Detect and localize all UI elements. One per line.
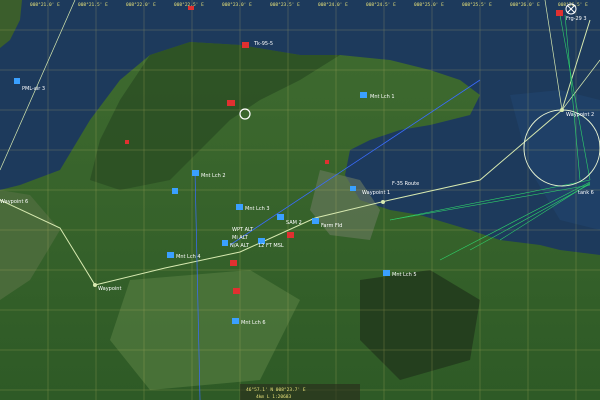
unit-label: Mi ALT (232, 235, 249, 241)
waypoint-marker (560, 108, 564, 112)
hostile-unit-icon (242, 42, 249, 48)
hostile-unit-icon (287, 232, 294, 238)
unit-label: Mnt Lch 6 (241, 320, 266, 326)
friendly-unit-icon (350, 186, 356, 191)
coord-label: 008°26.0' E (510, 2, 540, 8)
hostile-unit-icon (188, 6, 194, 10)
unit-label: tank 6 (578, 190, 594, 196)
hostile-unit-icon (230, 260, 237, 266)
coord-label: 008°23.0' E (222, 2, 252, 8)
unit-label: Mnt Lch 2 (201, 173, 226, 179)
unit-label: SAM 2 (286, 220, 302, 226)
coord-label: 008°22.0' E (126, 2, 156, 8)
coord-label: 008°25.0' E (414, 2, 444, 8)
coord-label: 008°23.5' E (270, 2, 300, 8)
hostile-unit-icon (233, 288, 240, 294)
waypoint-label: Waypoint 6 (0, 199, 28, 205)
friendly-unit-icon (277, 214, 284, 220)
hostile-unit-icon (125, 140, 129, 144)
friendly-unit-icon (222, 240, 228, 246)
unit-label: Farm Fld (321, 223, 342, 229)
unit-label: N/A ALT (230, 243, 250, 249)
friendly-unit-icon (172, 188, 178, 194)
unit-label: Mnt Lch 3 (245, 206, 270, 212)
coord-label: 008°21.5' E (78, 2, 108, 8)
friendly-unit-icon (360, 92, 367, 98)
coord-label: 008°25.5' E (462, 2, 492, 8)
hostile-unit-icon (556, 10, 563, 16)
hostile-unit-icon (325, 160, 329, 164)
unit-label: Mnt Lch 5 (392, 272, 417, 278)
unit-label: Mnt Lch 4 (176, 254, 201, 260)
tactical-map[interactable]: 008°21.0' E 008°21.5' E 008°22.0' E 008°… (0, 0, 600, 400)
waypoint-marker (381, 200, 385, 204)
map-scale: 4km L 1:20683 (256, 394, 292, 400)
friendly-unit-icon (312, 218, 319, 224)
coord-label: 008°24.5' E (366, 2, 396, 8)
unit-label: 12 FT MSL (258, 243, 284, 249)
unit-label: WPT ALT (232, 227, 254, 233)
friendly-unit-icon (232, 318, 239, 324)
waypoint-marker (93, 283, 97, 287)
friendly-unit-icon (14, 78, 20, 84)
unit-label: Mnt Lch 1 (370, 94, 395, 100)
coord-label: 008°21.0' E (30, 2, 60, 8)
coord-label: 008°24.0' E (318, 2, 348, 8)
friendly-unit-icon (236, 204, 243, 210)
friendly-unit-icon (167, 252, 174, 258)
unit-label: Tk-95-5 (253, 41, 273, 47)
friendly-unit-icon (192, 170, 199, 176)
hostile-unit-icon (227, 100, 235, 106)
unit-label: PML-air 3 (22, 86, 45, 92)
cursor-coordinate: 46°57.1' N 008°23.7' E (246, 387, 306, 393)
route-label: F-35 Route (392, 181, 419, 187)
waypoint-label: Waypoint (98, 286, 121, 292)
unit-label: Frg-29 3 (566, 16, 587, 22)
waypoint-label: Waypoint 1 (362, 190, 390, 196)
waypoint-label: Waypoint 2 (566, 112, 594, 118)
map-canvas[interactable]: 008°21.0' E 008°21.5' E 008°22.0' E 008°… (0, 0, 600, 400)
friendly-unit-icon (383, 270, 390, 276)
